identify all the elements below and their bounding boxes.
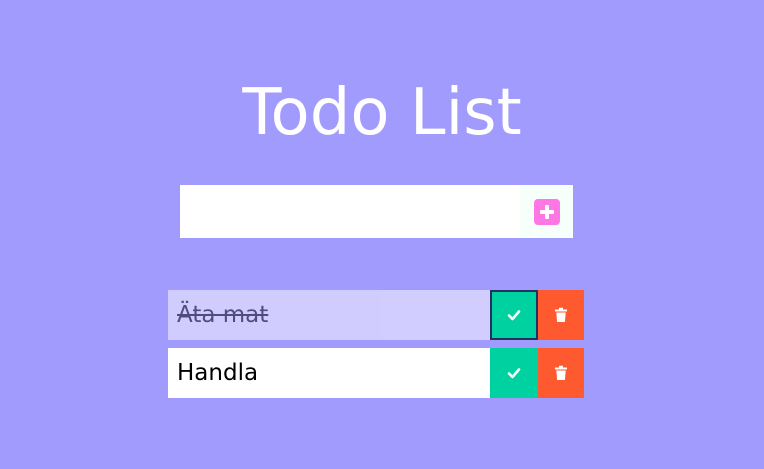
todo-input[interactable] bbox=[180, 185, 520, 238]
delete-button[interactable] bbox=[538, 290, 584, 340]
complete-button[interactable] bbox=[490, 290, 538, 340]
trash-icon bbox=[554, 307, 568, 323]
todo-text: Handla bbox=[168, 348, 490, 398]
page-title: Todo List bbox=[242, 75, 522, 150]
trash-icon bbox=[554, 365, 568, 381]
check-icon bbox=[506, 307, 522, 323]
todo-item: Äta mat bbox=[168, 290, 584, 340]
add-todo-button[interactable] bbox=[520, 185, 573, 238]
todo-list: Äta mat Handla bbox=[168, 290, 584, 406]
add-todo-form bbox=[180, 185, 573, 238]
todo-item: Handla bbox=[168, 348, 584, 398]
check-icon bbox=[506, 365, 522, 381]
complete-button[interactable] bbox=[490, 348, 538, 398]
todo-text: Äta mat bbox=[168, 290, 490, 340]
plus-square-icon bbox=[533, 198, 560, 225]
delete-button[interactable] bbox=[538, 348, 584, 398]
